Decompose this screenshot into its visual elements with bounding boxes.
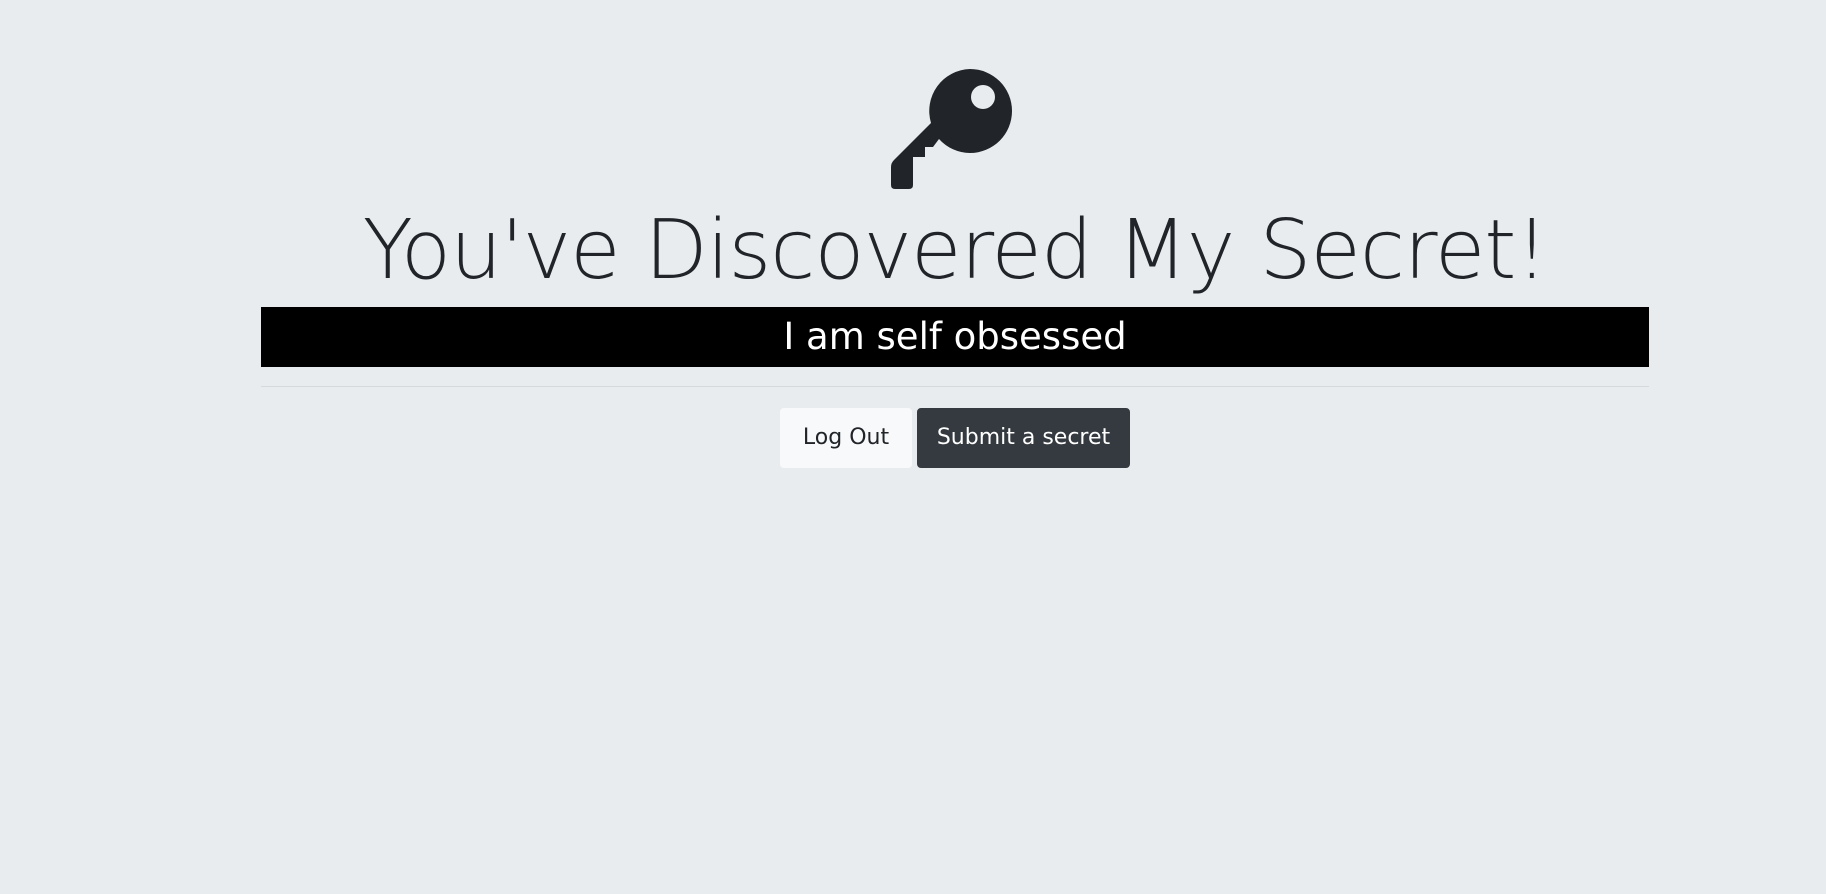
- main-container: You've Discovered My Secret! I am self o…: [261, 0, 1649, 894]
- divider: [261, 386, 1649, 387]
- secret-text: I am self obsessed: [261, 307, 1649, 367]
- submit-secret-button[interactable]: Submit a secret: [917, 408, 1130, 468]
- key-icon: [891, 67, 1015, 191]
- page-title: You've Discovered My Secret!: [362, 203, 1549, 298]
- logout-button[interactable]: Log Out: [780, 408, 912, 468]
